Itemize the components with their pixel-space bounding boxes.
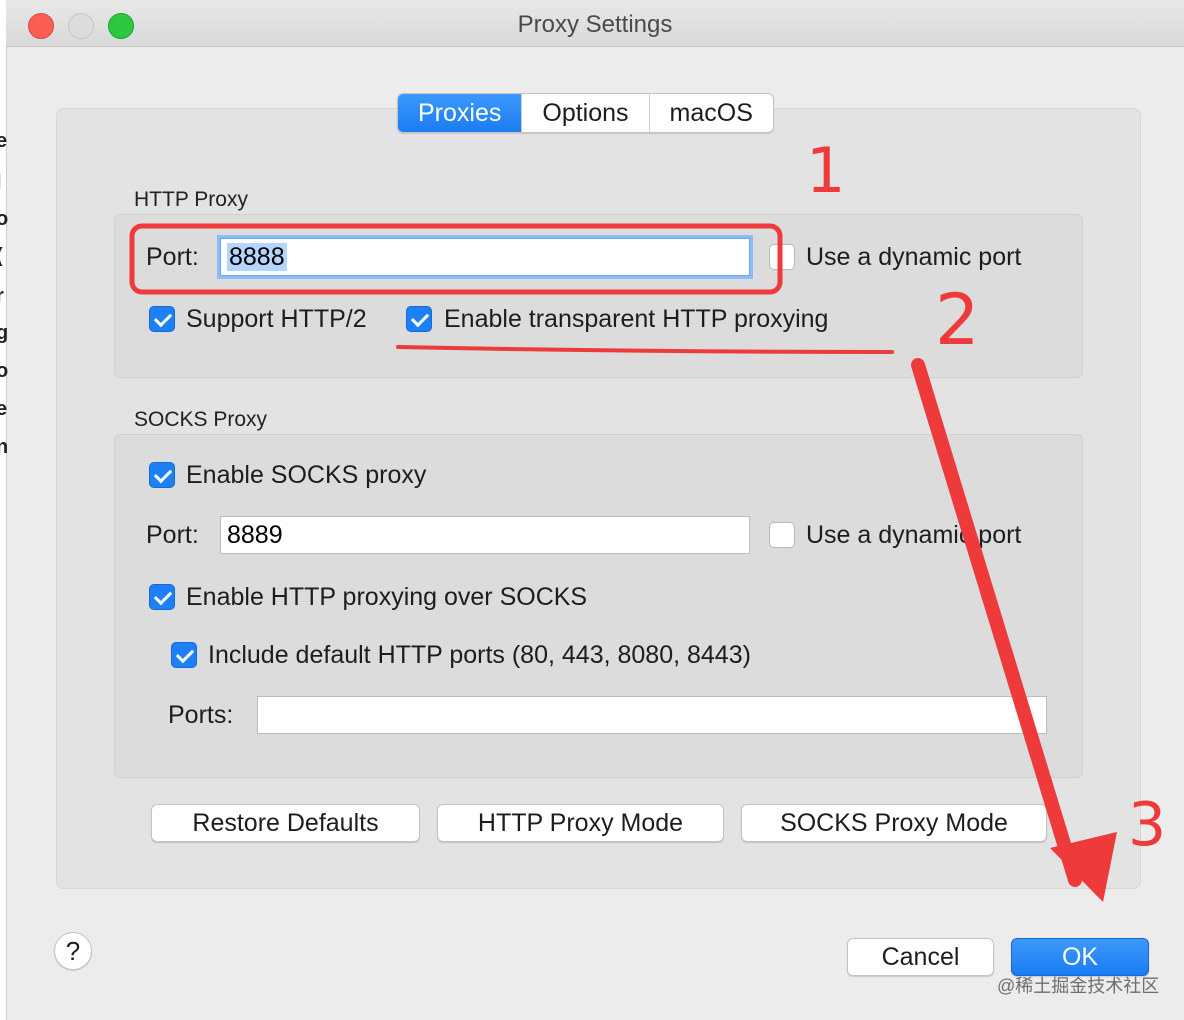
support-http2-checkbox[interactable]	[149, 306, 175, 332]
restore-defaults-button[interactable]: Restore Defaults	[151, 804, 420, 842]
tab-options[interactable]: Options	[522, 94, 650, 132]
http-proxy-mode-button[interactable]: HTTP Proxy Mode	[437, 804, 724, 842]
socks-proxy-section-label: SOCKS Proxy	[134, 408, 268, 431]
socks-proxy-mode-button[interactable]: SOCKS Proxy Mode	[741, 804, 1047, 842]
title-bar: Proxy Settings	[6, 0, 1184, 47]
http-port-label: Port:	[146, 243, 199, 271]
socks-port-label: Port:	[146, 521, 199, 549]
http-port-input[interactable]: 8888	[217, 235, 753, 279]
transparent-proxying-label: Enable transparent HTTP proxying	[444, 305, 829, 333]
tab-bar: Proxies Options macOS	[397, 93, 774, 133]
ok-button[interactable]: OK	[1011, 938, 1149, 976]
default-ports-checkbox[interactable]	[171, 642, 197, 668]
window-title: Proxy Settings	[517, 11, 673, 38]
transparent-proxying-checkbox[interactable]	[406, 306, 432, 332]
cancel-button[interactable]: Cancel	[847, 938, 994, 976]
http-port-value: 8888	[227, 243, 287, 271]
background-window-edge: elo (rg oen	[0, 0, 8, 1020]
socks-dynamic-port-checkbox[interactable]	[769, 522, 795, 548]
help-button[interactable]: ?	[54, 932, 92, 970]
socks-dynamic-port-label: Use a dynamic port	[806, 521, 1022, 549]
http-dynamic-port-label: Use a dynamic port	[806, 243, 1022, 271]
enable-socks-checkbox[interactable]	[149, 462, 175, 488]
ports-label: Ports:	[168, 701, 234, 729]
tab-proxies[interactable]: Proxies	[398, 94, 523, 132]
support-http2-label: Support HTTP/2	[186, 305, 367, 333]
http-dynamic-port-checkbox[interactable]	[769, 244, 795, 270]
http-proxy-section-label: HTTP Proxy	[134, 188, 248, 211]
http-over-socks-checkbox[interactable]	[149, 584, 175, 610]
enable-socks-label: Enable SOCKS proxy	[186, 461, 427, 489]
http-over-socks-label: Enable HTTP proxying over SOCKS	[186, 583, 588, 611]
tab-macos[interactable]: macOS	[650, 94, 773, 132]
socks-port-input[interactable]: 8889	[220, 516, 750, 554]
ports-input[interactable]	[257, 696, 1047, 734]
default-ports-label: Include default HTTP ports (80, 443, 808…	[208, 641, 751, 669]
watermark: @稀土掘金技术社区	[997, 976, 1160, 996]
